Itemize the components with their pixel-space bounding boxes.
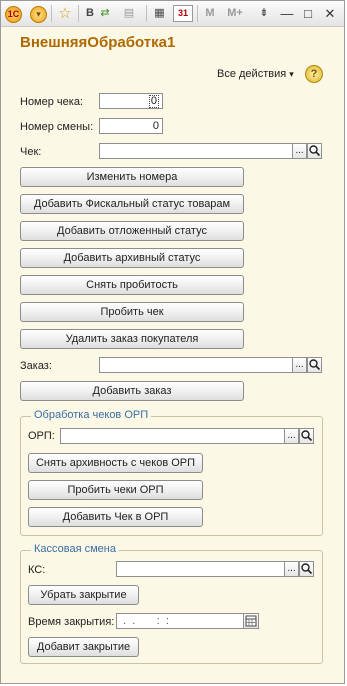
memory-button[interactable]: M bbox=[204, 5, 216, 22]
add-check-to-orp-button[interactable]: Добавить Чек в ОРП bbox=[28, 507, 203, 527]
shift-number-label: Номер смены: bbox=[20, 121, 94, 133]
calendar-icon bbox=[245, 615, 257, 627]
ks-select-button[interactable]: ... bbox=[284, 561, 299, 577]
order-search-button[interactable] bbox=[307, 357, 322, 373]
add-closing-button[interactable]: Добавит закрытие bbox=[28, 637, 139, 657]
order-input[interactable] bbox=[99, 357, 293, 373]
add-fiscal-status-button[interactable]: Добавить Фискальный статус товарам bbox=[20, 194, 244, 214]
orp-search-button[interactable] bbox=[299, 428, 314, 444]
chevron-down-icon: ▾ bbox=[289, 69, 294, 79]
ks-label: КС: bbox=[28, 564, 46, 576]
closing-time-label: Время закрытия: bbox=[28, 616, 115, 628]
delete-customer-order-button[interactable]: Удалить заказ покупателя bbox=[20, 329, 244, 349]
calculator-icon[interactable]: ▦ bbox=[152, 5, 167, 22]
search-icon bbox=[301, 430, 313, 442]
change-numbers-button[interactable]: Изменить номера bbox=[20, 167, 244, 187]
check-select-button[interactable]: ... bbox=[292, 143, 307, 159]
print-icon[interactable]: ▤ bbox=[122, 5, 136, 22]
all-actions-label: Все действия bbox=[217, 68, 287, 80]
check-number-value: 0 bbox=[148, 95, 159, 108]
toolbar-separator bbox=[51, 5, 52, 22]
go-icon[interactable]: ⇄ bbox=[97, 5, 113, 22]
form-window: 1C ▾ ☆ B ⇄ ▤ ▦ 31 M M+ ⇟ — □ ✕ ВнешняяОб… bbox=[0, 0, 345, 684]
order-label: Заказ: bbox=[20, 360, 52, 372]
app-logo-icon[interactable]: 1C bbox=[5, 6, 22, 23]
calendar-icon[interactable]: 31 bbox=[173, 5, 193, 22]
more-icon[interactable]: ⇟ bbox=[258, 5, 270, 22]
cash-shift-group-title: Кассовая смена bbox=[31, 543, 119, 555]
all-actions-menu[interactable]: Все действия ▾ bbox=[217, 68, 294, 80]
orp-label: ОРП: bbox=[28, 430, 55, 442]
remove-closing-button[interactable]: Убрать закрытие bbox=[28, 585, 139, 605]
orp-group-title: Обработка чеков ОРП bbox=[31, 409, 152, 421]
toolbar-separator bbox=[197, 5, 198, 22]
close-icon[interactable]: ✕ bbox=[323, 5, 337, 22]
check-number-field[interactable]: 0 bbox=[99, 93, 163, 109]
check-search-button[interactable] bbox=[307, 143, 322, 159]
add-order-button[interactable]: Добавить заказ bbox=[20, 381, 244, 401]
closing-time-input[interactable]: . . : : bbox=[116, 613, 244, 629]
ks-input[interactable] bbox=[116, 561, 285, 577]
check-input[interactable] bbox=[99, 143, 293, 159]
closing-time-calendar-button[interactable] bbox=[243, 613, 259, 629]
memory-plus-button[interactable]: M+ bbox=[225, 5, 245, 22]
bold-button[interactable]: B bbox=[84, 5, 96, 22]
orp-input[interactable] bbox=[60, 428, 285, 444]
shift-number-field[interactable]: 0 bbox=[99, 118, 163, 134]
title-bar: 1C ▾ ☆ B ⇄ ▤ ▦ 31 M M+ ⇟ — □ ✕ bbox=[1, 1, 344, 27]
form-title: ВнешняяОбработка1 bbox=[20, 34, 176, 51]
remove-archive-orp-button[interactable]: Снять архивность с чеков ОРП bbox=[28, 453, 203, 473]
help-icon[interactable]: ? bbox=[305, 65, 323, 83]
toolbar-separator bbox=[146, 5, 147, 22]
main-menu-icon[interactable]: ▾ bbox=[30, 6, 47, 23]
toolbar-separator bbox=[78, 5, 79, 22]
ks-search-button[interactable] bbox=[299, 561, 314, 577]
check-number-label: Номер чека: bbox=[20, 96, 83, 108]
search-icon bbox=[301, 563, 313, 575]
remove-punch-button[interactable]: Снять пробитость bbox=[20, 275, 244, 295]
maximize-icon[interactable]: □ bbox=[301, 5, 315, 22]
search-icon bbox=[309, 145, 321, 157]
add-deferred-status-button[interactable]: Добавить отложенный статус bbox=[20, 221, 244, 241]
add-archive-status-button[interactable]: Добавить архивный статус bbox=[20, 248, 244, 268]
favorite-icon[interactable]: ☆ bbox=[57, 5, 73, 22]
order-select-button[interactable]: ... bbox=[292, 357, 307, 373]
punch-check-button[interactable]: Пробить чек bbox=[20, 302, 244, 322]
search-icon bbox=[309, 359, 321, 371]
punch-orp-checks-button[interactable]: Пробить чеки ОРП bbox=[28, 480, 203, 500]
minimize-icon[interactable]: — bbox=[280, 5, 294, 22]
orp-select-button[interactable]: ... bbox=[284, 428, 299, 444]
check-label: Чек: bbox=[20, 146, 42, 158]
